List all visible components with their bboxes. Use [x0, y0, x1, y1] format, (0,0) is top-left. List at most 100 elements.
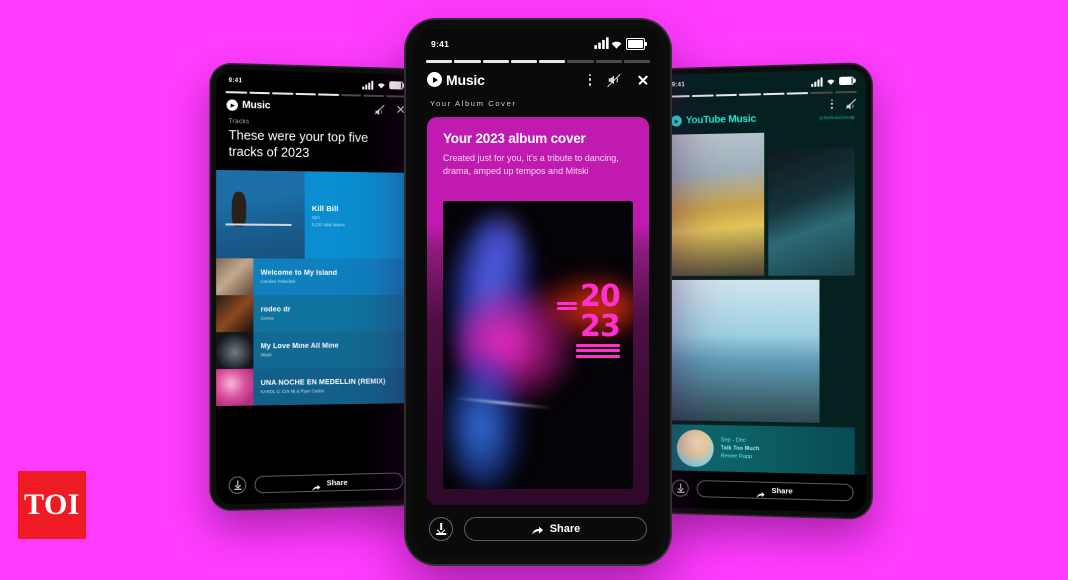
artwork-year-bottom-row: 23	[579, 309, 621, 345]
track-meta: Welcome to My Island Caroline Polachek	[253, 259, 415, 296]
avatar	[676, 428, 714, 467]
status-icons	[594, 36, 647, 50]
track-artist: KAROL G, Cris Mj & Ryan Castro	[260, 388, 325, 395]
share-label: Share	[549, 523, 581, 535]
now-playing-card[interactable]: Sep - Dec Talk Too Much Renee Rapp	[670, 424, 855, 475]
app-bar: Music	[413, 72, 663, 99]
phone-left: 9:41 Music Tracks These were your top fi…	[210, 64, 420, 510]
collage-photo[interactable]	[670, 132, 765, 276]
now-playing-artist: Renee Rapp	[720, 453, 753, 461]
year-top: 20	[579, 279, 621, 315]
mute-icon[interactable]	[607, 73, 621, 87]
kebab-menu-icon[interactable]	[588, 73, 591, 86]
track-artwork	[216, 170, 305, 259]
track-title: UNA NOCHE EN MEDELLÍN (REMIX)	[260, 378, 386, 388]
mute-icon[interactable]	[845, 98, 857, 110]
now-playing-period: Sep - Dec	[720, 437, 746, 444]
collage-row	[670, 131, 855, 276]
album-cover-title: Your 2023 album cover	[443, 130, 586, 146]
kebab-menu-icon[interactable]	[831, 99, 833, 109]
track-artwork	[216, 332, 254, 370]
photo-collage	[660, 131, 866, 424]
artwork-year-top-row: 20	[556, 279, 621, 315]
table-row[interactable]: UNA NOCHE EN MEDELLÍN (REMIX) KAROL G, C…	[216, 367, 416, 407]
download-icon	[676, 483, 684, 493]
share-arrow-icon	[311, 479, 320, 491]
year-bars	[575, 343, 620, 358]
year-bars	[556, 301, 577, 311]
track-meta: UNA NOCHE EN MEDELLÍN (REMIX) KAROL G, C…	[253, 367, 415, 406]
eyebrow-label: Your Album Cover	[430, 98, 517, 108]
battery-icon	[838, 76, 854, 86]
table-row[interactable]: Welcome to My Island Caroline Polachek	[216, 258, 416, 296]
now-playing-title: Talk Too Much	[720, 445, 760, 453]
album-cover-card: Your 2023 album cover Created just for y…	[427, 116, 649, 505]
download-button[interactable]	[671, 479, 689, 497]
status-bar: 9:41	[660, 69, 866, 94]
year-bottom: 23	[579, 309, 621, 345]
story-progress[interactable]	[426, 60, 650, 63]
wifi-icon	[611, 41, 622, 49]
brand: Music	[226, 99, 270, 112]
battery-icon	[626, 38, 647, 50]
brand-label: Music	[446, 71, 485, 88]
toi-watermark-label: TOI	[24, 488, 80, 521]
side-button[interactable]	[669, 177, 670, 207]
app-bar-actions	[374, 103, 405, 115]
headline: These were your top five tracks of 2023	[228, 128, 369, 160]
track-title: My Love Mine All Mine	[260, 342, 339, 351]
mute-icon[interactable]	[374, 103, 385, 115]
brand: Music	[427, 72, 485, 88]
status-icons	[361, 80, 404, 91]
brand-label: YouTube Music	[685, 113, 756, 127]
collage-photo[interactable]	[768, 147, 855, 276]
phone-right-screen: 9:41 YouTube Music yt.be/musicrecap Sep …	[659, 68, 867, 514]
status-bar: 9:41	[413, 27, 663, 56]
track-title: rodeo dr	[260, 306, 291, 314]
table-row[interactable]: rodeo dr Gunna	[216, 295, 416, 333]
table-row[interactable]: Kill Bill SZA 5,233 total listens	[216, 170, 416, 260]
track-title: Welcome to My Island	[260, 269, 338, 278]
signal-icon	[594, 36, 609, 49]
share-button[interactable]: Share	[464, 517, 647, 541]
phone-right: 9:41 YouTube Music yt.be/musicrecap Sep …	[655, 63, 872, 519]
track-meta: Kill Bill SZA 5,233 total listens	[305, 172, 415, 260]
track-meta: My Love Mine All Mine Mitski	[253, 331, 415, 369]
status-time: 9:41	[228, 77, 243, 85]
table-row[interactable]: My Love Mine All Mine Mitski	[216, 331, 416, 370]
share-button[interactable]: Share	[696, 480, 854, 502]
wifi-icon	[826, 78, 835, 85]
collage-row	[670, 279, 855, 423]
close-icon[interactable]	[396, 104, 405, 113]
track-artwork	[216, 258, 254, 296]
wifi-icon	[377, 82, 385, 89]
share-arrow-icon	[756, 486, 765, 498]
artwork-year-underbars	[575, 343, 620, 358]
download-button[interactable]	[228, 476, 247, 495]
share-label: Share	[326, 477, 348, 488]
track-artist: Caroline Polachek	[260, 279, 296, 285]
youtube-music-logo-icon	[670, 115, 682, 127]
download-icon	[436, 523, 446, 535]
toi-watermark: TOI	[18, 471, 86, 539]
album-artwork[interactable]: 20 23	[443, 200, 633, 489]
status-time: 9:41	[431, 39, 450, 49]
track-artist: SZA	[311, 214, 321, 220]
share-button[interactable]: Share	[254, 472, 404, 494]
phone-left-screen: 9:41 Music Tracks These were your top fi…	[216, 69, 416, 505]
artwork-year: 20 23	[556, 279, 621, 358]
track-artist: Mitski	[260, 352, 272, 358]
download-button[interactable]	[429, 517, 453, 541]
track-artist: Gunna	[260, 315, 274, 321]
phone-center: 9:41 Music Your Album Cover Your 2023 al…	[406, 20, 670, 564]
battery-icon	[388, 80, 404, 91]
track-artwork	[216, 369, 254, 407]
share-arrow-icon	[531, 524, 544, 535]
close-icon[interactable]	[637, 74, 649, 86]
action-bar: Share	[216, 465, 415, 505]
phone-center-screen: 9:41 Music Your Album Cover Your 2023 al…	[413, 27, 663, 557]
track-plays: 5,233 total listens	[311, 221, 345, 228]
collage-photo[interactable]	[670, 279, 820, 423]
track-artwork	[216, 295, 254, 333]
track-title: Kill Bill	[311, 203, 339, 213]
